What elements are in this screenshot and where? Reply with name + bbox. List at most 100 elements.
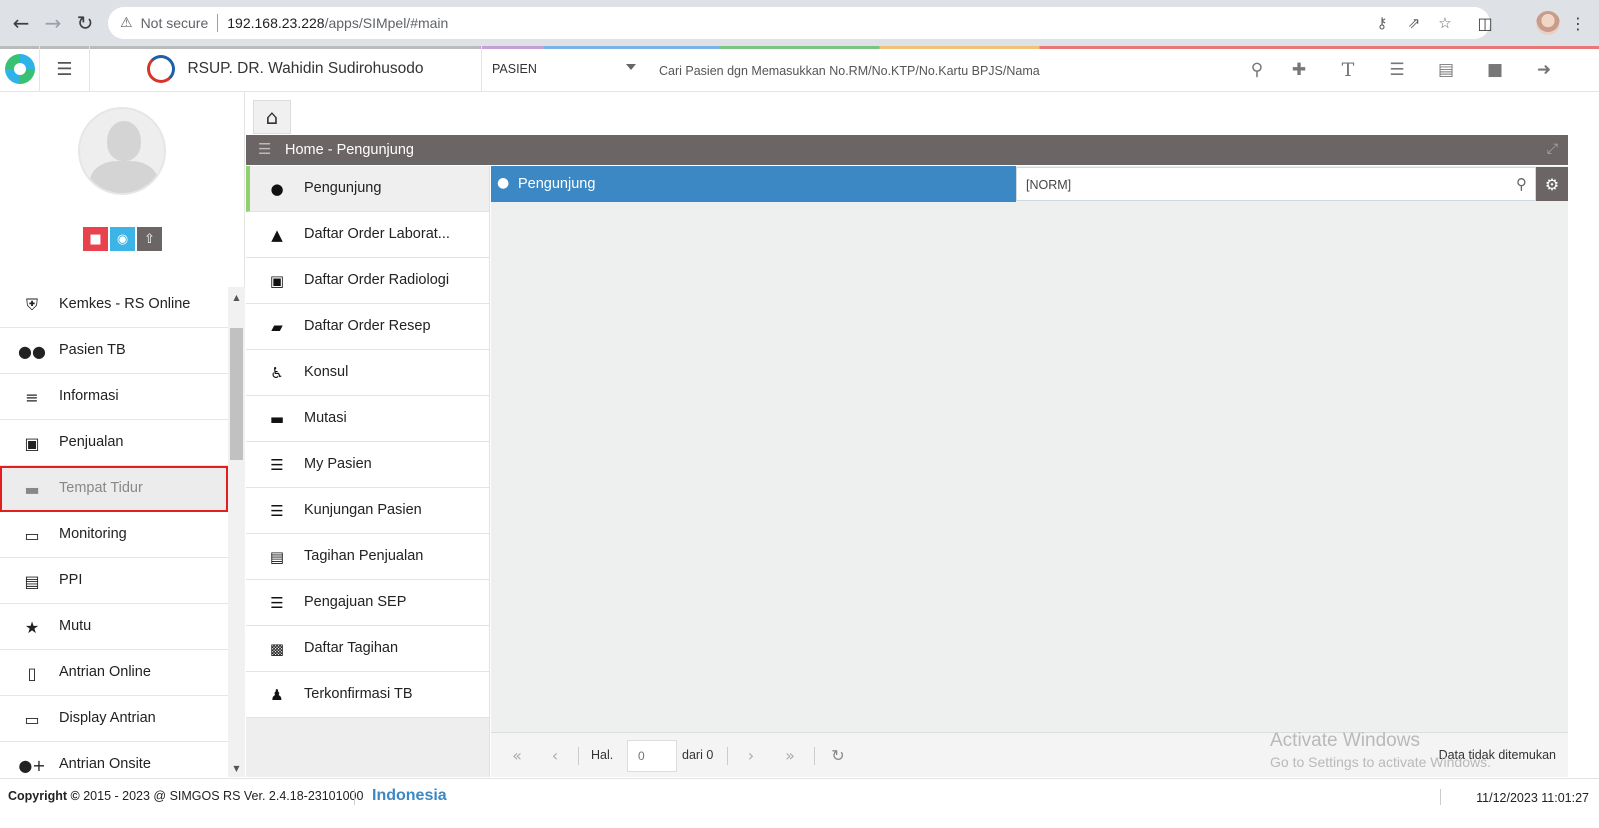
sidebar-item-label: Tempat Tidur (59, 480, 143, 496)
sidebar-item-pasien-tb[interactable]: ●● Pasien TB (0, 328, 228, 374)
submenu-item-mutasi[interactable]: ▬ Mutasi (246, 396, 489, 442)
upload-button[interactable]: ⇧ (137, 227, 162, 251)
submenu-item-order-lab[interactable]: ▲ Daftar Order Laborat... (246, 212, 489, 258)
reload-icon[interactable]: ↻ (72, 10, 98, 36)
sidebar-item-ppi[interactable]: ▤ PPI (0, 558, 228, 604)
copyright-icon: © (70, 789, 80, 803)
home-icon: ⌂ (265, 105, 279, 129)
refresh-icon[interactable]: ↻ (826, 745, 850, 765)
submenu-item-label: Pengajuan SEP (304, 594, 407, 610)
next-page-icon[interactable]: › (739, 745, 763, 765)
hamburger-menu-icon[interactable]: ☰ (40, 46, 90, 92)
mobile-icon: ▯ (27, 663, 37, 683)
warning-icon: ⚠ (120, 15, 133, 31)
sidebar-item-kemkes[interactable]: ⛨ Kemkes - RS Online (0, 282, 228, 328)
eraser-icon: ▰ (271, 318, 283, 336)
panel-header: ☰ Home - Pengunjung ⤢ (246, 135, 1568, 165)
footer-separator (1440, 789, 1441, 805)
list-icon[interactable]: ☰ (1385, 58, 1409, 82)
content-title: Pengunjung (518, 176, 596, 192)
lock-button[interactable]: ■ (83, 227, 108, 251)
sidebar-item-monitoring[interactable]: ▭ Monitoring (0, 512, 228, 558)
text-icon[interactable]: T (1336, 58, 1360, 82)
windows-watermark-subtitle: Go to Settings to activate Windows. (1270, 754, 1491, 770)
footer-separator (354, 789, 355, 805)
panel-title: Home - Pengunjung (285, 142, 414, 158)
pdf-icon[interactable]: ▤ (1434, 58, 1458, 82)
sidebar-item-label: Informasi (59, 388, 119, 404)
avatar-body (90, 161, 158, 193)
submenu-item-konsul[interactable]: ♿ Konsul (246, 350, 489, 396)
cart-icon: ▣ (24, 433, 40, 453)
address-bar[interactable]: ⚠ Not secure 192.168.23.228/apps/SIMpel/… (108, 7, 1490, 39)
folder-icon[interactable]: ■ (1483, 58, 1507, 82)
submenu-item-pengajuan-sep[interactable]: ☰ Pengajuan SEP (246, 580, 489, 626)
search-icon[interactable]: ⚲ (1516, 175, 1527, 193)
logout-icon[interactable]: ➜ (1532, 58, 1556, 82)
patient-type-value: PASIEN (492, 62, 537, 76)
home-button[interactable]: ⌂ (253, 100, 291, 134)
submenu-item-kunjungan-pasien[interactable]: ☰ Kunjungan Pasien (246, 488, 489, 534)
sidebar-item-label: Antrian Onsite (59, 756, 151, 772)
search-icon[interactable]: ⚲ (1245, 58, 1269, 82)
sidepanel-icon[interactable]: ◫ (1472, 10, 1498, 36)
sidebar-item-penjualan[interactable]: ▣ Penjualan (0, 420, 228, 466)
expand-icon[interactable]: ⤢ (1547, 141, 1558, 157)
user-plus-icon: ●+ (18, 755, 46, 775)
sidebar-item-label: Kemkes - RS Online (59, 296, 191, 312)
patient-type-select[interactable]: PASIEN (492, 46, 642, 92)
key-icon[interactable]: ⚷ (1371, 14, 1393, 32)
sidebar-item-mutu[interactable]: ★ Mutu (0, 604, 228, 650)
back-icon[interactable]: ← (8, 10, 34, 36)
page-number-input[interactable] (627, 740, 677, 772)
submenu-item-tagihan-penjualan[interactable]: ▤ Tagihan Penjualan (246, 534, 489, 580)
submenu-item-order-radiologi[interactable]: ▣ Daftar Order Radiologi (246, 258, 489, 304)
patient-search-input[interactable] (659, 60, 1219, 82)
prev-page-icon[interactable]: ‹ (543, 745, 567, 765)
footer: Copyright © 2015 - 2023 @ SIMGOS RS Ver.… (0, 778, 1599, 828)
submenu-item-daftar-tagihan[interactable]: ▩ Daftar Tagihan (246, 626, 489, 672)
sidebar-item-informasi[interactable]: ≡ Informasi (0, 374, 228, 420)
submenu-item-label: Daftar Order Laborat... (304, 226, 450, 242)
panel-menu-icon[interactable]: ☰ (258, 140, 274, 160)
forward-icon[interactable]: → (40, 10, 66, 36)
first-page-icon[interactable]: « (505, 745, 529, 765)
sidebar-item-tempat-tidur[interactable]: ▬ Tempat Tidur (0, 466, 228, 512)
add-user-icon[interactable]: ✚ (1287, 58, 1311, 82)
submenu-item-label: Mutasi (304, 410, 347, 426)
submenu-item-pengunjung[interactable]: ● Pengunjung (246, 166, 489, 212)
app-logo[interactable] (0, 46, 40, 92)
sidebar-item-label: Display Antrian (59, 710, 156, 726)
submenu-item-terkonfirmasi-tb[interactable]: ♟ Terkonfirmasi TB (246, 672, 489, 718)
share-icon[interactable]: ⇗ (1403, 14, 1425, 32)
profile-icon[interactable] (1536, 11, 1560, 35)
submenu-item-my-pasien[interactable]: ☰ My Pasien (246, 442, 489, 488)
scroll-up-icon[interactable]: ▲ (228, 290, 245, 304)
last-page-icon[interactable]: » (778, 745, 802, 765)
sidebar-scroll-thumb[interactable] (230, 328, 243, 460)
sidebar-item-display-antrian[interactable]: ▭ Display Antrian (0, 696, 228, 742)
lock-icon: ■ (89, 231, 102, 247)
sidebar-item-antrian-online[interactable]: ▯ Antrian Online (0, 650, 228, 696)
flask-icon: ▲ (271, 226, 283, 244)
norm-input[interactable] (1026, 176, 1496, 194)
url-path: /apps/SIMpel/#main (324, 15, 449, 31)
submenu-item-label: Kunjungan Pasien (304, 502, 422, 518)
camera-button[interactable]: ◉ (110, 227, 135, 251)
user-icon: ● (497, 175, 510, 191)
avatar-head (107, 121, 141, 161)
gear-icon: ⚙ (1544, 174, 1560, 194)
language-selector[interactable]: Indonesia (372, 787, 447, 805)
pager-separator (727, 747, 728, 765)
database-icon: ≡ (25, 387, 39, 407)
sidebar-item-label: PPI (59, 572, 83, 588)
datetime: 11/12/2023 11:01:27 (1476, 791, 1589, 805)
scroll-down-icon[interactable]: ▼ (228, 761, 245, 775)
hospital-title: RSUP. DR. Wahidin Sudirohusodo (90, 46, 482, 92)
settings-button[interactable]: ⚙ (1536, 167, 1568, 201)
submenu-item-label: Daftar Tagihan (304, 640, 399, 656)
submenu-item-order-resep[interactable]: ▰ Daftar Order Resep (246, 304, 489, 350)
star-icon[interactable]: ☆ (1434, 14, 1456, 32)
camera-icon: ◉ (116, 231, 129, 247)
kebab-menu-icon[interactable]: ⋮ (1565, 10, 1591, 36)
